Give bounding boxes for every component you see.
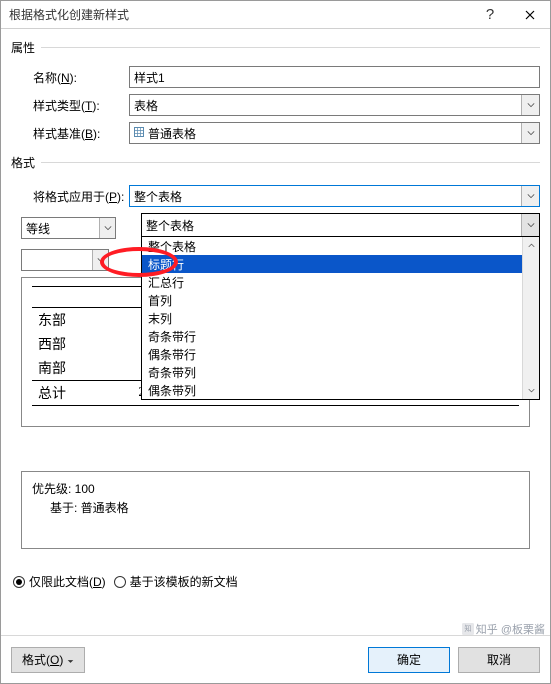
scope-radios: 仅限此文档(D) 基于该模板的新文档 — [13, 573, 540, 590]
style-base-combo[interactable]: 普通表格 — [129, 122, 540, 144]
style-type-combo[interactable]: 表格 — [129, 94, 540, 116]
dialog-content: 属性 名称(N): 样式类型(T): 表格 样式基准(B): 普通表格 — [1, 29, 550, 635]
dropdown-option[interactable]: 奇条带列 — [142, 363, 539, 381]
label-style-base: 样式基准(B): — [33, 125, 129, 142]
watermark: 知知乎 @板栗酱 — [462, 621, 545, 637]
dropdown-option[interactable]: 汇总行 — [142, 273, 539, 291]
dropdown-option[interactable]: 奇条带行 — [142, 327, 539, 345]
radio-icon — [13, 576, 25, 588]
scroll-up-icon[interactable] — [523, 237, 539, 254]
border-combo[interactable] — [21, 249, 109, 271]
chevron-down-icon[interactable] — [521, 214, 539, 236]
label-name: 名称(N): — [33, 69, 129, 86]
row-style-base: 样式基准(B): 普通表格 — [11, 122, 540, 144]
section-format: 格式 — [11, 150, 540, 175]
row-label: 东部 — [32, 308, 92, 333]
dialog-title: 根据格式化创建新样式 — [9, 6, 470, 23]
chevron-down-icon[interactable] — [521, 95, 539, 115]
description-box: 优先级: 100 基于: 普通表格 — [21, 471, 530, 549]
zhihu-icon: 知 — [462, 623, 474, 635]
desc-line-2: 基于: 普通表格 — [32, 499, 519, 518]
titlebar: 根据格式化创建新样式 ? — [1, 1, 550, 29]
chevron-down-icon[interactable] — [99, 218, 115, 238]
scrollbar[interactable] — [522, 237, 539, 399]
svg-text:知: 知 — [464, 624, 471, 633]
dropdown-option[interactable]: 偶条带行 — [142, 345, 539, 363]
dropdown-option[interactable]: 整个表格 — [142, 237, 539, 255]
cancel-button[interactable]: 取消 — [458, 647, 540, 673]
chevron-down-icon[interactable] — [92, 250, 108, 270]
dialog: 根据格式化创建新样式 ? 属性 名称(N): 样式类型(T): 表格 样式基准(… — [0, 0, 551, 684]
apply-to-combo[interactable]: 整个表格 — [129, 185, 540, 207]
style-type-value: 表格 — [130, 97, 521, 114]
scroll-down-icon[interactable] — [523, 382, 539, 399]
chevron-down-icon — [67, 653, 74, 667]
chevron-down-icon[interactable] — [521, 123, 539, 143]
style-base-value: 普通表格 — [130, 125, 521, 142]
dropdown-option[interactable]: 末列 — [142, 309, 539, 327]
close-icon — [525, 10, 535, 20]
dropdown-option[interactable]: 标题行 — [142, 255, 539, 273]
section-format-label: 格式 — [11, 154, 35, 171]
row-label: 总计 — [32, 381, 92, 406]
dropdown-header[interactable]: 整个表格 — [142, 214, 539, 236]
apply-to-value: 整个表格 — [130, 188, 521, 205]
row-style-type: 样式类型(T): 表格 — [11, 94, 540, 116]
table-icon — [134, 126, 144, 140]
dropdown-list: 整个表格 标题行 汇总行 首列 末列 奇条带行 偶条带行 奇条带列 偶条带列 — [142, 236, 539, 399]
desc-line-1: 优先级: 100 — [32, 480, 519, 499]
radio-template-new-doc[interactable]: 基于该模板的新文档 — [114, 573, 238, 590]
section-properties: 属性 — [11, 35, 540, 60]
name-input[interactable] — [129, 66, 540, 88]
row-label: 西部 — [32, 332, 92, 356]
dropdown-option[interactable]: 偶条带列 — [142, 381, 539, 399]
row-name: 名称(N): — [11, 66, 540, 88]
help-button[interactable]: ? — [470, 1, 510, 29]
radio-icon — [114, 576, 126, 588]
font-combo[interactable]: 等线 — [21, 217, 116, 239]
font-value: 等线 — [22, 220, 99, 237]
ok-button[interactable]: 确定 — [368, 647, 450, 673]
label-apply-to: 将格式应用于(P): — [33, 188, 129, 205]
label-style-type: 样式类型(T): — [33, 97, 129, 114]
radio-only-this-doc[interactable]: 仅限此文档(D) — [13, 573, 106, 590]
dropdown-option[interactable]: 首列 — [142, 291, 539, 309]
format-button[interactable]: 格式(O) — [11, 647, 85, 673]
section-properties-label: 属性 — [11, 39, 35, 56]
footer: 格式(O) 确定 取消 — [1, 635, 550, 683]
row-apply-to: 将格式应用于(P): 整个表格 — [11, 185, 540, 207]
row-label: 南部 — [32, 356, 92, 381]
apply-to-dropdown: 整个表格 整个表格 标题行 汇总行 首列 末列 奇条带行 偶条带行 奇条带列 偶… — [141, 213, 540, 400]
close-button[interactable] — [510, 1, 550, 29]
chevron-down-icon[interactable] — [521, 186, 539, 206]
